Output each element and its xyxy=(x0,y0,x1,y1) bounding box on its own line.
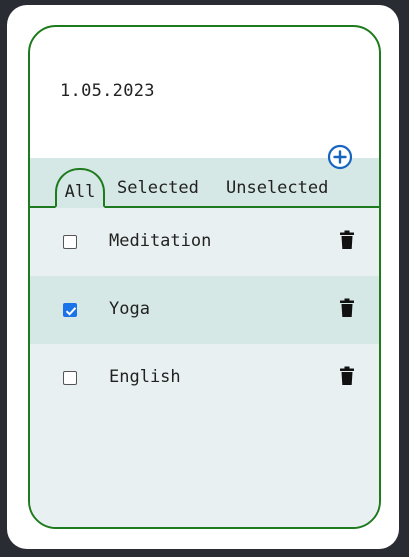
item-label: Meditation xyxy=(109,231,212,251)
item-label: Yoga xyxy=(109,299,150,319)
item-checkbox[interactable] xyxy=(63,235,77,249)
add-item-button[interactable] xyxy=(327,144,353,170)
tab-selected[interactable]: Selected xyxy=(117,178,199,198)
checkmark-icon xyxy=(65,307,77,316)
app-window: 1.05.2023 All Selected Unselected Medita xyxy=(7,5,399,549)
tab-all-label: All xyxy=(64,182,96,202)
tab-selected-label: Selected xyxy=(117,178,199,198)
list-item: English xyxy=(30,344,379,412)
trash-icon xyxy=(340,230,354,249)
list-item: Yoga xyxy=(30,276,379,344)
delete-button[interactable] xyxy=(339,298,355,318)
plus-circle-icon xyxy=(327,144,353,170)
item-checkbox[interactable] xyxy=(63,371,77,385)
item-label: English xyxy=(109,367,181,387)
tab-all[interactable]: All xyxy=(55,168,105,208)
todo-list: Meditation Yoga English xyxy=(30,208,379,527)
todo-card: 1.05.2023 All Selected Unselected Medita xyxy=(28,25,381,529)
trash-icon xyxy=(340,366,354,385)
tab-unselected-label: Unselected xyxy=(226,178,329,198)
delete-button[interactable] xyxy=(339,366,355,386)
delete-button[interactable] xyxy=(339,230,355,250)
list-item: Meditation xyxy=(30,208,379,276)
date-label: 1.05.2023 xyxy=(60,81,155,101)
item-checkbox[interactable] xyxy=(63,303,77,317)
trash-icon xyxy=(340,298,354,317)
tab-unselected[interactable]: Unselected xyxy=(226,178,328,198)
